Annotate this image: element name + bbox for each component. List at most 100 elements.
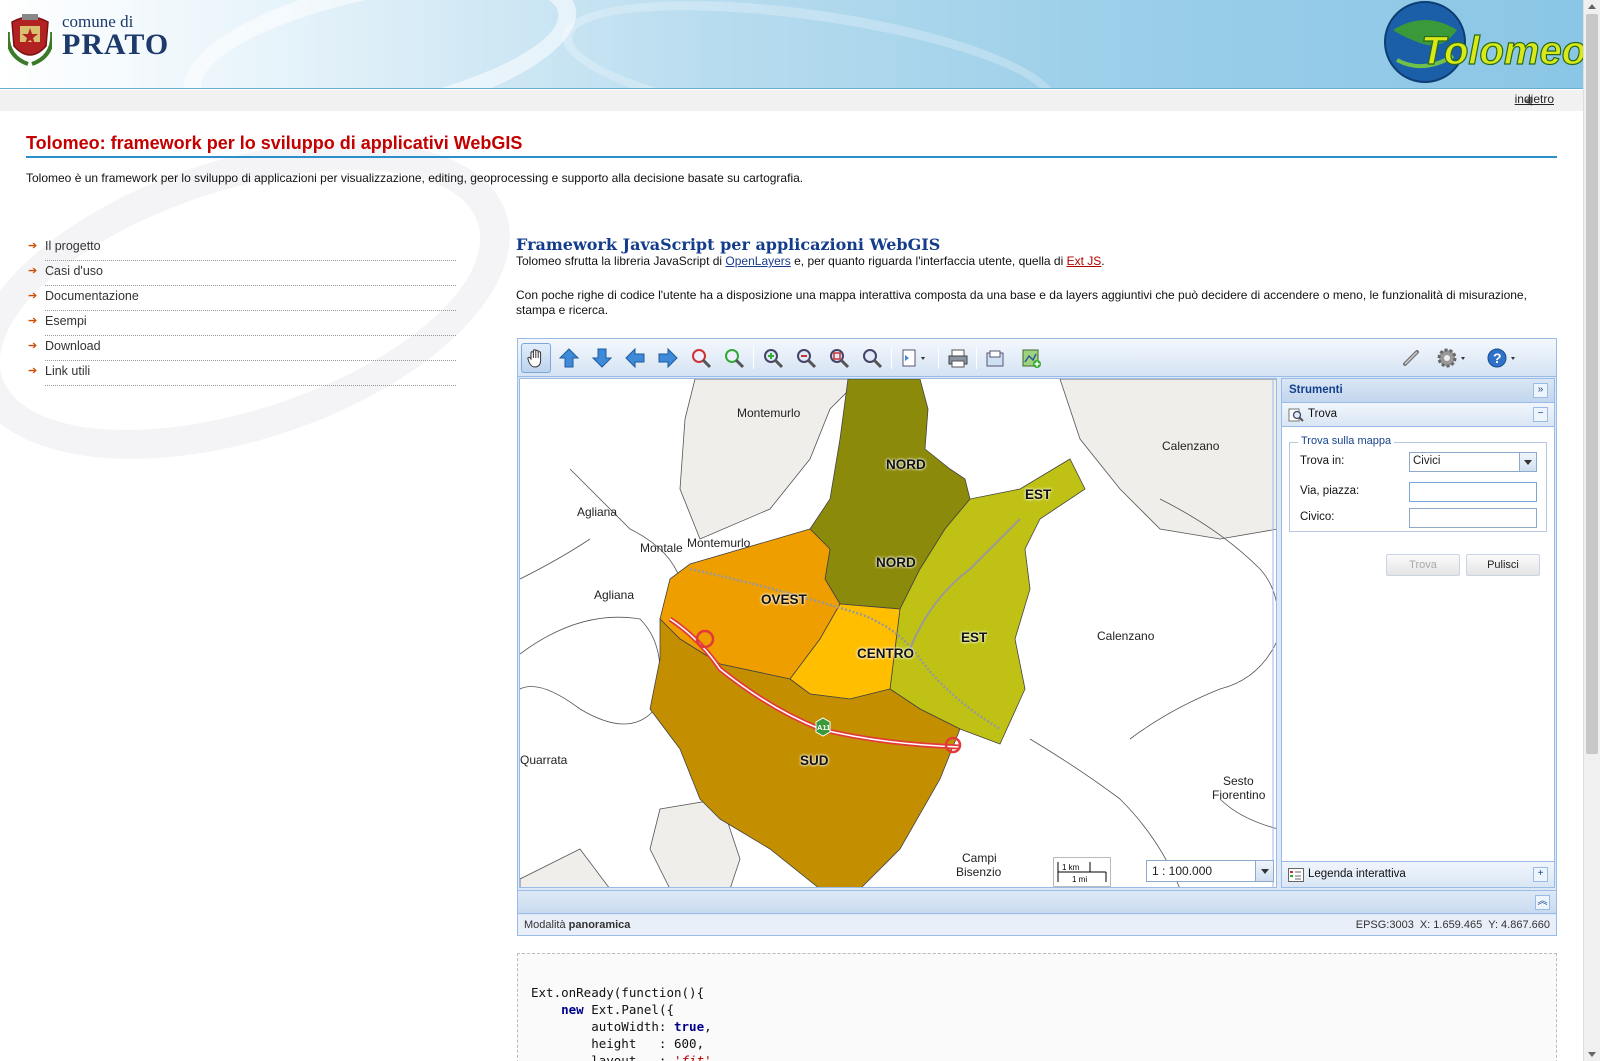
page-scrollbar[interactable] xyxy=(1583,0,1600,1061)
scroll-down-icon[interactable] xyxy=(1588,1052,1596,1057)
search-fieldset: Trova sulla mappa Trova in: Civici Via, … xyxy=(1289,435,1547,532)
chevron-down-icon[interactable] xyxy=(1519,453,1536,471)
zoom-previous-button[interactable] xyxy=(686,343,716,373)
header-decoration xyxy=(554,0,1066,88)
search-fieldset-legend: Trova sulla mappa xyxy=(1298,435,1395,447)
sidebar-item-label[interactable]: Download xyxy=(45,339,101,353)
magnifier-icon xyxy=(863,349,883,369)
toolbar-separator xyxy=(938,347,939,369)
map-drawing: A11 xyxy=(520,379,1276,887)
code-text: Ext.onReady(function(){ new Ext.Panel({ … xyxy=(531,984,719,1061)
svg-text:Tolomeo: Tolomeo xyxy=(1421,29,1583,73)
arrow-down-icon xyxy=(591,348,613,368)
sidebar-item-label[interactable]: Link utili xyxy=(45,364,90,378)
trova-title: Trova xyxy=(1308,408,1337,420)
pan-hand-button[interactable] xyxy=(521,343,551,373)
code-keyword: new xyxy=(561,1002,584,1017)
place-label: Quarrata xyxy=(520,753,568,767)
municipal-boundary xyxy=(1219,798,1276,829)
sidebar-item-documentazione[interactable]: ➔ Documentazione xyxy=(28,286,456,311)
sidebar-item-label[interactable]: Documentazione xyxy=(45,289,139,303)
sidebar-item-download[interactable]: ➔ Download xyxy=(28,336,456,361)
scale-km-label: 1 km xyxy=(1062,863,1080,872)
extjs-link[interactable]: Ext JS xyxy=(1067,254,1102,268)
framework-description: Tolomeo sfrutta la libreria JavaScript d… xyxy=(516,254,1105,268)
scale-select[interactable]: 1 : 100.000 xyxy=(1146,860,1274,882)
sidebar-item-casi-uso[interactable]: ➔ Casi d'uso xyxy=(28,261,456,286)
trova-button[interactable]: Trova xyxy=(1386,554,1460,576)
scale-value: 1 : 100.000 xyxy=(1152,864,1213,878)
code-string: 'fit' xyxy=(674,1053,712,1061)
toolbar-separator xyxy=(976,347,977,369)
zoom-next-button[interactable] xyxy=(719,343,749,373)
back-link[interactable]: indietro xyxy=(1515,92,1554,106)
chevron-down-icon[interactable] xyxy=(1255,861,1273,881)
municipality-name: PRATO xyxy=(62,28,170,61)
place-label: Montale xyxy=(640,541,683,555)
trova-in-select[interactable]: Civici xyxy=(1409,452,1537,472)
zoom-out-icon xyxy=(797,349,817,369)
add-layer-button[interactable] xyxy=(1016,343,1046,373)
description-text: . xyxy=(1101,254,1105,268)
pan-down-button[interactable] xyxy=(587,343,617,373)
sidebar-item-il-progetto[interactable]: ➔ Il progetto xyxy=(28,236,456,261)
map-viewer: ? A11 Montemurlo Montemurlo Montale Agli… xyxy=(517,338,1557,936)
place-label: Campi xyxy=(962,851,997,865)
place-label: Bisenzio xyxy=(956,865,1002,879)
expand-up-icon[interactable]: ︽ xyxy=(1535,895,1550,910)
mode-status: Modalità panoramica xyxy=(524,919,630,931)
layers-menu-button[interactable] xyxy=(896,343,934,373)
export-button[interactable] xyxy=(980,343,1010,373)
zone-label: SUD xyxy=(800,753,829,768)
print-button[interactable] xyxy=(943,343,973,373)
sidebar-item-label[interactable]: Casi d'uso xyxy=(45,264,103,278)
map-canvas[interactable]: A11 Montemurlo Montemurlo Montale Aglian… xyxy=(519,378,1277,888)
help-menu-button[interactable]: ? xyxy=(1484,343,1522,373)
trova-header[interactable]: Trova − xyxy=(1282,403,1554,427)
link-button[interactable] xyxy=(1396,343,1426,373)
expand-icon[interactable]: + xyxy=(1533,867,1548,882)
arrow-right-icon xyxy=(658,347,678,369)
pulisci-button[interactable]: Pulisci xyxy=(1466,554,1540,576)
zoom-out-button[interactable] xyxy=(791,343,821,373)
sidebar-item-link-utili[interactable]: ➔ Link utili xyxy=(28,361,456,386)
code-line: layout : xyxy=(531,1053,674,1061)
code-keyword: true xyxy=(674,1019,705,1034)
legend-header[interactable]: Legenda interattiva + xyxy=(1282,861,1554,887)
settings-menu-button[interactable] xyxy=(1434,343,1472,373)
zoom-extent-button[interactable] xyxy=(857,343,887,373)
title-divider xyxy=(26,156,1557,158)
zoom-previous-icon xyxy=(692,349,712,369)
sidebar-item-label[interactable]: Esempi xyxy=(45,314,87,328)
scroll-thumb[interactable] xyxy=(1586,14,1598,754)
description-text: Tolomeo sfrutta la libreria JavaScript d… xyxy=(516,254,726,268)
openlayers-link[interactable]: OpenLayers xyxy=(725,254,790,268)
sidebar-item-label[interactable]: Il progetto xyxy=(45,239,101,253)
collapse-right-icon[interactable]: » xyxy=(1533,383,1548,398)
place-label: Montemurlo xyxy=(737,406,801,420)
tools-panel-title: Strumenti xyxy=(1289,384,1343,396)
trova-in-label: Trova in: xyxy=(1300,455,1345,467)
pan-right-button[interactable] xyxy=(653,343,683,373)
collapse-icon[interactable]: − xyxy=(1533,407,1548,422)
pan-left-button[interactable] xyxy=(620,343,650,373)
bottom-panel-strip: ︽ xyxy=(518,890,1556,914)
municipal-boundary xyxy=(1129,642,1276,740)
zoom-box-button[interactable] xyxy=(824,343,854,373)
hand-icon xyxy=(527,349,542,368)
zoom-in-button[interactable] xyxy=(758,343,788,373)
via-input[interactable] xyxy=(1409,482,1537,502)
place-label: Agliana xyxy=(577,505,618,519)
sub-header-bar xyxy=(0,90,1583,111)
scale-bar: 1 km 1 mi xyxy=(1053,857,1111,887)
zone-label: NORD xyxy=(886,457,926,472)
arrow-left-icon xyxy=(625,347,645,369)
scroll-up-icon[interactable] xyxy=(1588,4,1596,9)
via-label: Via, piazza: xyxy=(1300,485,1360,497)
municipal-boundary xyxy=(569,468,681,580)
sidebar-item-esempi[interactable]: ➔ Esempi xyxy=(28,311,456,336)
civico-label: Civico: xyxy=(1300,511,1335,523)
pan-up-button[interactable] xyxy=(554,343,584,373)
civico-input[interactable] xyxy=(1409,508,1537,528)
arrow-icon: ➔ xyxy=(28,290,38,302)
